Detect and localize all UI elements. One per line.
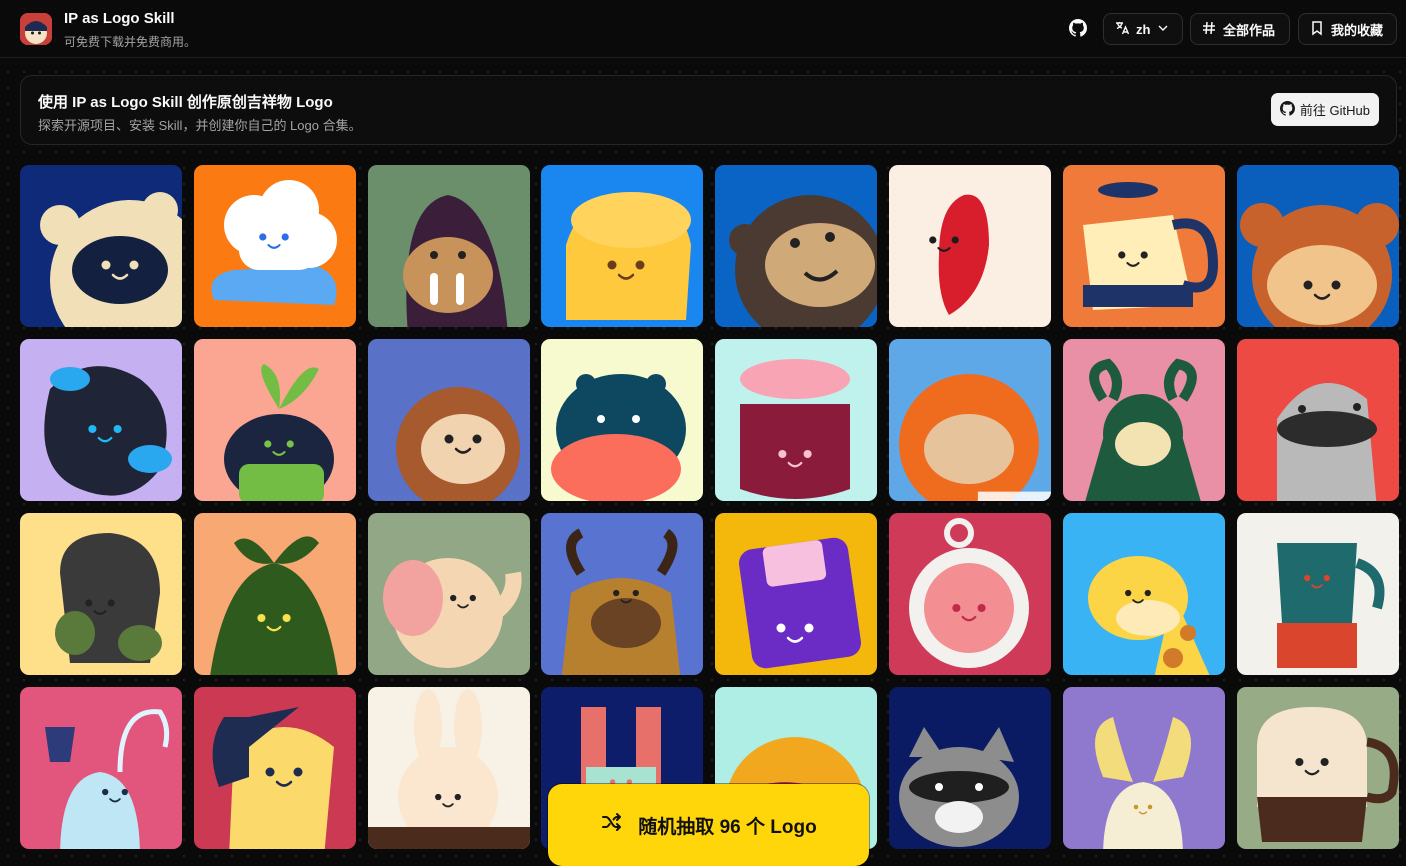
- logo-card[interactable]: [1236, 165, 1399, 327]
- logo-card[interactable]: [193, 165, 356, 327]
- mascot-image: [899, 374, 1039, 501]
- translate-icon: [1114, 20, 1130, 39]
- app-title: IP as Logo Skill: [64, 10, 175, 27]
- mascot-image: [562, 528, 681, 675]
- logo-card[interactable]: [715, 339, 878, 501]
- logo-card[interactable]: [888, 165, 1051, 327]
- logo-card[interactable]: [1062, 165, 1225, 327]
- language-value: zh: [1136, 21, 1151, 37]
- logo-card[interactable]: [1062, 339, 1225, 501]
- mascot-image: [223, 364, 334, 501]
- logo-card[interactable]: [1236, 687, 1399, 849]
- logo-grid: [20, 165, 1399, 849]
- logo-card[interactable]: [888, 513, 1051, 675]
- favorites-button[interactable]: 我的收藏: [1298, 13, 1397, 45]
- mascot-image: [1094, 717, 1191, 849]
- mascot-image: [1276, 543, 1385, 668]
- mascot-image: [1276, 383, 1377, 501]
- logo-card[interactable]: [541, 513, 704, 675]
- mascot-image: [1082, 182, 1218, 310]
- logo-card[interactable]: [1062, 687, 1225, 849]
- mascot-image: [551, 374, 687, 501]
- mascot-image: [1085, 358, 1201, 501]
- logo-card[interactable]: [367, 339, 530, 501]
- logo-card[interactable]: [888, 687, 1051, 849]
- mascot-image: [566, 192, 692, 320]
- logo-card[interactable]: [541, 339, 704, 501]
- mascot-image: [740, 359, 851, 499]
- mascot-image: [898, 727, 1019, 847]
- mascot-image: [908, 518, 1029, 668]
- mascot-image: [40, 192, 182, 327]
- github-icon: [1069, 18, 1088, 40]
- logo-card[interactable]: [20, 165, 182, 327]
- all-works-label: 全部作品: [1223, 22, 1276, 38]
- mascot-image: [367, 689, 530, 849]
- language-select[interactable]: zh: [1103, 13, 1183, 45]
- card-actions: [889, 479, 1051, 501]
- go-github-button[interactable]: 前往 GitHub: [1270, 93, 1379, 126]
- logo-card[interactable]: [193, 339, 356, 501]
- app-subtitle: 可免费下载并免费商用。: [64, 35, 197, 49]
- logo-card[interactable]: [367, 687, 530, 849]
- intro-banner: 使用 IP as Logo Skill 创作原创吉祥物 Logo 探索开源项目、…: [20, 75, 1397, 145]
- banner-subtitle: 探索开源项目、安装 Skill，并创建你自己的 Logo 合集。: [38, 118, 362, 133]
- mascot-image: [44, 366, 172, 496]
- brand-logo[interactable]: [20, 13, 52, 45]
- mascot-image: [212, 707, 334, 849]
- mascot-image: [1087, 556, 1210, 675]
- favorites-label: 我的收藏: [1331, 22, 1384, 38]
- download-icon[interactable]: [979, 479, 995, 495]
- logo-card[interactable]: [715, 165, 878, 327]
- mascot-image: [1239, 203, 1399, 327]
- mascot-image: [929, 194, 989, 315]
- mascot-image: [402, 195, 507, 327]
- logo-card[interactable]: [1236, 513, 1399, 675]
- logo-card[interactable]: [1062, 513, 1225, 675]
- random-draw-button[interactable]: 随机抽取 96 个 Logo: [548, 784, 869, 866]
- chevron-down-icon: [1156, 21, 1170, 38]
- mascot-image: [739, 537, 862, 669]
- shuffle-icon: [600, 810, 624, 840]
- github-link[interactable]: [1069, 13, 1089, 45]
- bookmark-icon: [1309, 20, 1325, 39]
- mascot-image: [395, 387, 520, 501]
- logo-card[interactable]: [715, 513, 878, 675]
- logo-card[interactable]: [20, 513, 182, 675]
- logo-card[interactable]: [888, 339, 1051, 501]
- logo-card[interactable]: [541, 165, 704, 327]
- logo-card[interactable]: [1236, 339, 1399, 501]
- hash-icon: [1201, 20, 1217, 39]
- logo-card[interactable]: [193, 687, 356, 849]
- logo-card[interactable]: [20, 339, 182, 501]
- top-bar: IP as Logo Skill 可免费下载并免费商用。 zh 全部作品 我的收…: [0, 0, 1406, 58]
- mascot-image: [45, 709, 170, 849]
- banner-title: 使用 IP as Logo Skill 创作原创吉祥物 Logo: [38, 94, 333, 111]
- random-draw-label: 随机抽取 96 个 Logo: [638, 816, 817, 838]
- mascot-image: [55, 533, 162, 663]
- bookmark-icon[interactable]: [945, 479, 1051, 501]
- logo-card[interactable]: [367, 513, 530, 675]
- logo-card[interactable]: [20, 687, 182, 849]
- mascot-image: [210, 536, 338, 675]
- logo-card[interactable]: [193, 513, 356, 675]
- mascot-image: [729, 195, 878, 327]
- all-works-button[interactable]: 全部作品: [1190, 13, 1290, 45]
- mascot-image: [1256, 707, 1399, 842]
- go-github-label: 前往 GitHub: [1299, 103, 1370, 118]
- mascot-image: [382, 558, 522, 668]
- logo-card[interactable]: [367, 165, 530, 327]
- mascot-image: [211, 180, 337, 305]
- github-icon: [1279, 100, 1295, 119]
